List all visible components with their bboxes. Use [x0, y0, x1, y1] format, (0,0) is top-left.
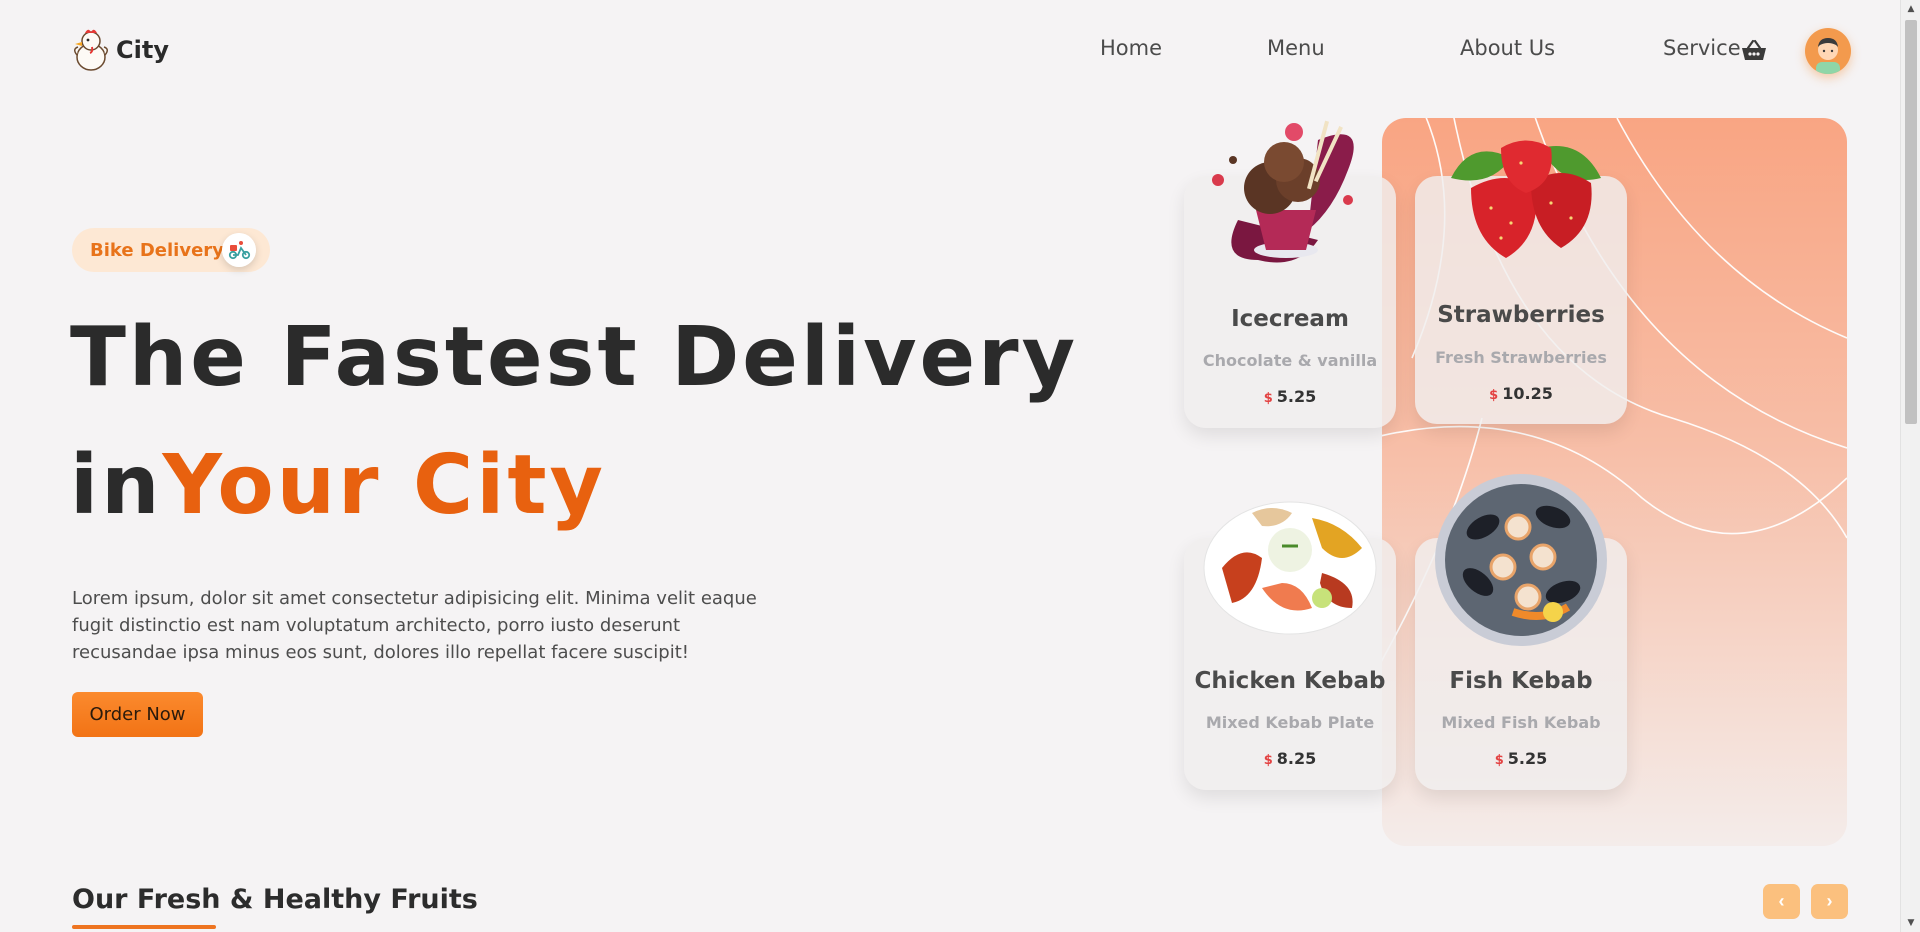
currency-symbol: $	[1489, 388, 1499, 403]
badge-label: Bike Delivery	[90, 239, 224, 261]
product-card-icecream[interactable]: Icecream Chocolate & vanilla $5.25	[1184, 120, 1396, 428]
chicken-logo-icon	[74, 29, 108, 71]
nav-item-home[interactable]: Home	[1100, 36, 1162, 60]
card-subtitle: Mixed Fish Kebab	[1441, 713, 1601, 732]
chevron-left-icon: ‹	[1778, 891, 1785, 911]
price-value: 5.25	[1276, 387, 1317, 406]
hero-title-line1: The Fastest Delivery	[70, 310, 1079, 405]
nav-item-service[interactable]: Service	[1663, 36, 1741, 60]
price-value: 8.25	[1276, 749, 1317, 768]
hero-title-line2: inYour City	[70, 438, 606, 533]
product-card-fish-kebab[interactable]: Fish Kebab Mixed Fish Kebab $5.25	[1415, 474, 1627, 790]
logo[interactable]: City	[72, 27, 169, 73]
section-title-underline	[72, 925, 216, 929]
carousel-prev-button[interactable]: ‹	[1763, 884, 1800, 919]
user-avatar[interactable]	[1805, 28, 1851, 74]
card-title: Fish Kebab	[1449, 668, 1593, 694]
price-value: 5.25	[1507, 749, 1548, 768]
chicken-kebab-image	[1203, 501, 1377, 635]
fish-kebab-image	[1435, 474, 1607, 646]
nav-item-menu[interactable]: Menu	[1267, 36, 1325, 60]
user-avatar-icon	[1816, 38, 1840, 74]
brand-name: City	[116, 36, 169, 64]
card-subtitle: Fresh Strawberries	[1435, 348, 1607, 367]
scrollbar-thumb[interactable]	[1905, 20, 1917, 424]
scooter-delivery-icon	[222, 233, 256, 267]
product-card-chicken-kebab[interactable]: Chicken Kebab Mixed Kebab Plate $8.25	[1184, 501, 1396, 790]
hero-description: Lorem ipsum, dolor sit amet consectetur …	[72, 588, 757, 663]
card-price: $8.25	[1184, 749, 1396, 768]
price-value: 10.25	[1502, 384, 1553, 403]
card-title: Strawberries	[1437, 302, 1605, 328]
page: City Home Menu About Us Service Bike Del…	[0, 0, 1900, 932]
card-subtitle: Mixed Kebab Plate	[1205, 713, 1375, 732]
hero-title-accent: Your City	[162, 438, 606, 533]
nav-item-about-us[interactable]: About Us	[1460, 36, 1555, 60]
scroll-up-arrow-icon[interactable]: ▲	[1901, 0, 1920, 18]
scroll-down-arrow-icon[interactable]: ▼	[1901, 914, 1920, 932]
bike-delivery-badge: Bike Delivery	[72, 228, 270, 272]
strawberries-image	[1451, 140, 1601, 258]
product-card-strawberries[interactable]: Strawberries Fresh Strawberries $10.25	[1415, 140, 1627, 424]
icecream-image	[1212, 120, 1354, 263]
header: City Home Menu About Us Service	[72, 24, 1851, 76]
currency-symbol: $	[1494, 753, 1504, 768]
card-title: Chicken Kebab	[1194, 668, 1386, 694]
card-subtitle: Chocolate & vanilla	[1202, 351, 1378, 370]
card-price: $5.25	[1415, 749, 1627, 768]
section-title: Our Fresh & Healthy Fruits	[72, 884, 478, 915]
page-scrollbar[interactable]: ▲ ▼	[1900, 0, 1920, 932]
card-title: Icecream	[1231, 306, 1349, 332]
carousel-next-button[interactable]: ›	[1811, 884, 1848, 919]
order-now-button[interactable]: Order Now	[72, 692, 203, 737]
currency-symbol: $	[1263, 753, 1273, 768]
card-price: $10.25	[1415, 384, 1627, 403]
shopping-basket-icon[interactable]	[1740, 38, 1768, 62]
currency-symbol: $	[1263, 391, 1273, 406]
card-price: $5.25	[1184, 387, 1396, 406]
hero-title-in: in	[70, 438, 163, 533]
chevron-right-icon: ›	[1826, 891, 1833, 911]
